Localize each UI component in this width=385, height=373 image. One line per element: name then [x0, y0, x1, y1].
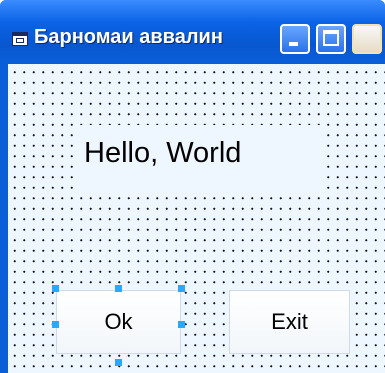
selection-handle[interactable] — [115, 359, 122, 366]
selection-handle[interactable] — [52, 285, 59, 292]
minimize-button[interactable] — [280, 24, 310, 54]
selection-handle[interactable] — [178, 285, 185, 292]
maximize-button[interactable] — [316, 24, 346, 54]
maximize-icon — [323, 30, 339, 46]
minimize-icon — [289, 42, 298, 46]
form-icon — [12, 32, 28, 46]
selection-handle[interactable] — [52, 321, 59, 328]
selection-handle[interactable] — [178, 321, 185, 328]
label-text: Hello, World — [84, 137, 242, 169]
title-bar[interactable]: Барномаи аввалин — [0, 0, 385, 64]
exit-button[interactable]: Exit — [229, 290, 350, 354]
selection-handle[interactable] — [115, 285, 122, 292]
close-button[interactable] — [352, 24, 382, 54]
window-title: Барномаи аввалин — [34, 26, 223, 48]
ok-button[interactable]: Ok — [56, 290, 181, 354]
